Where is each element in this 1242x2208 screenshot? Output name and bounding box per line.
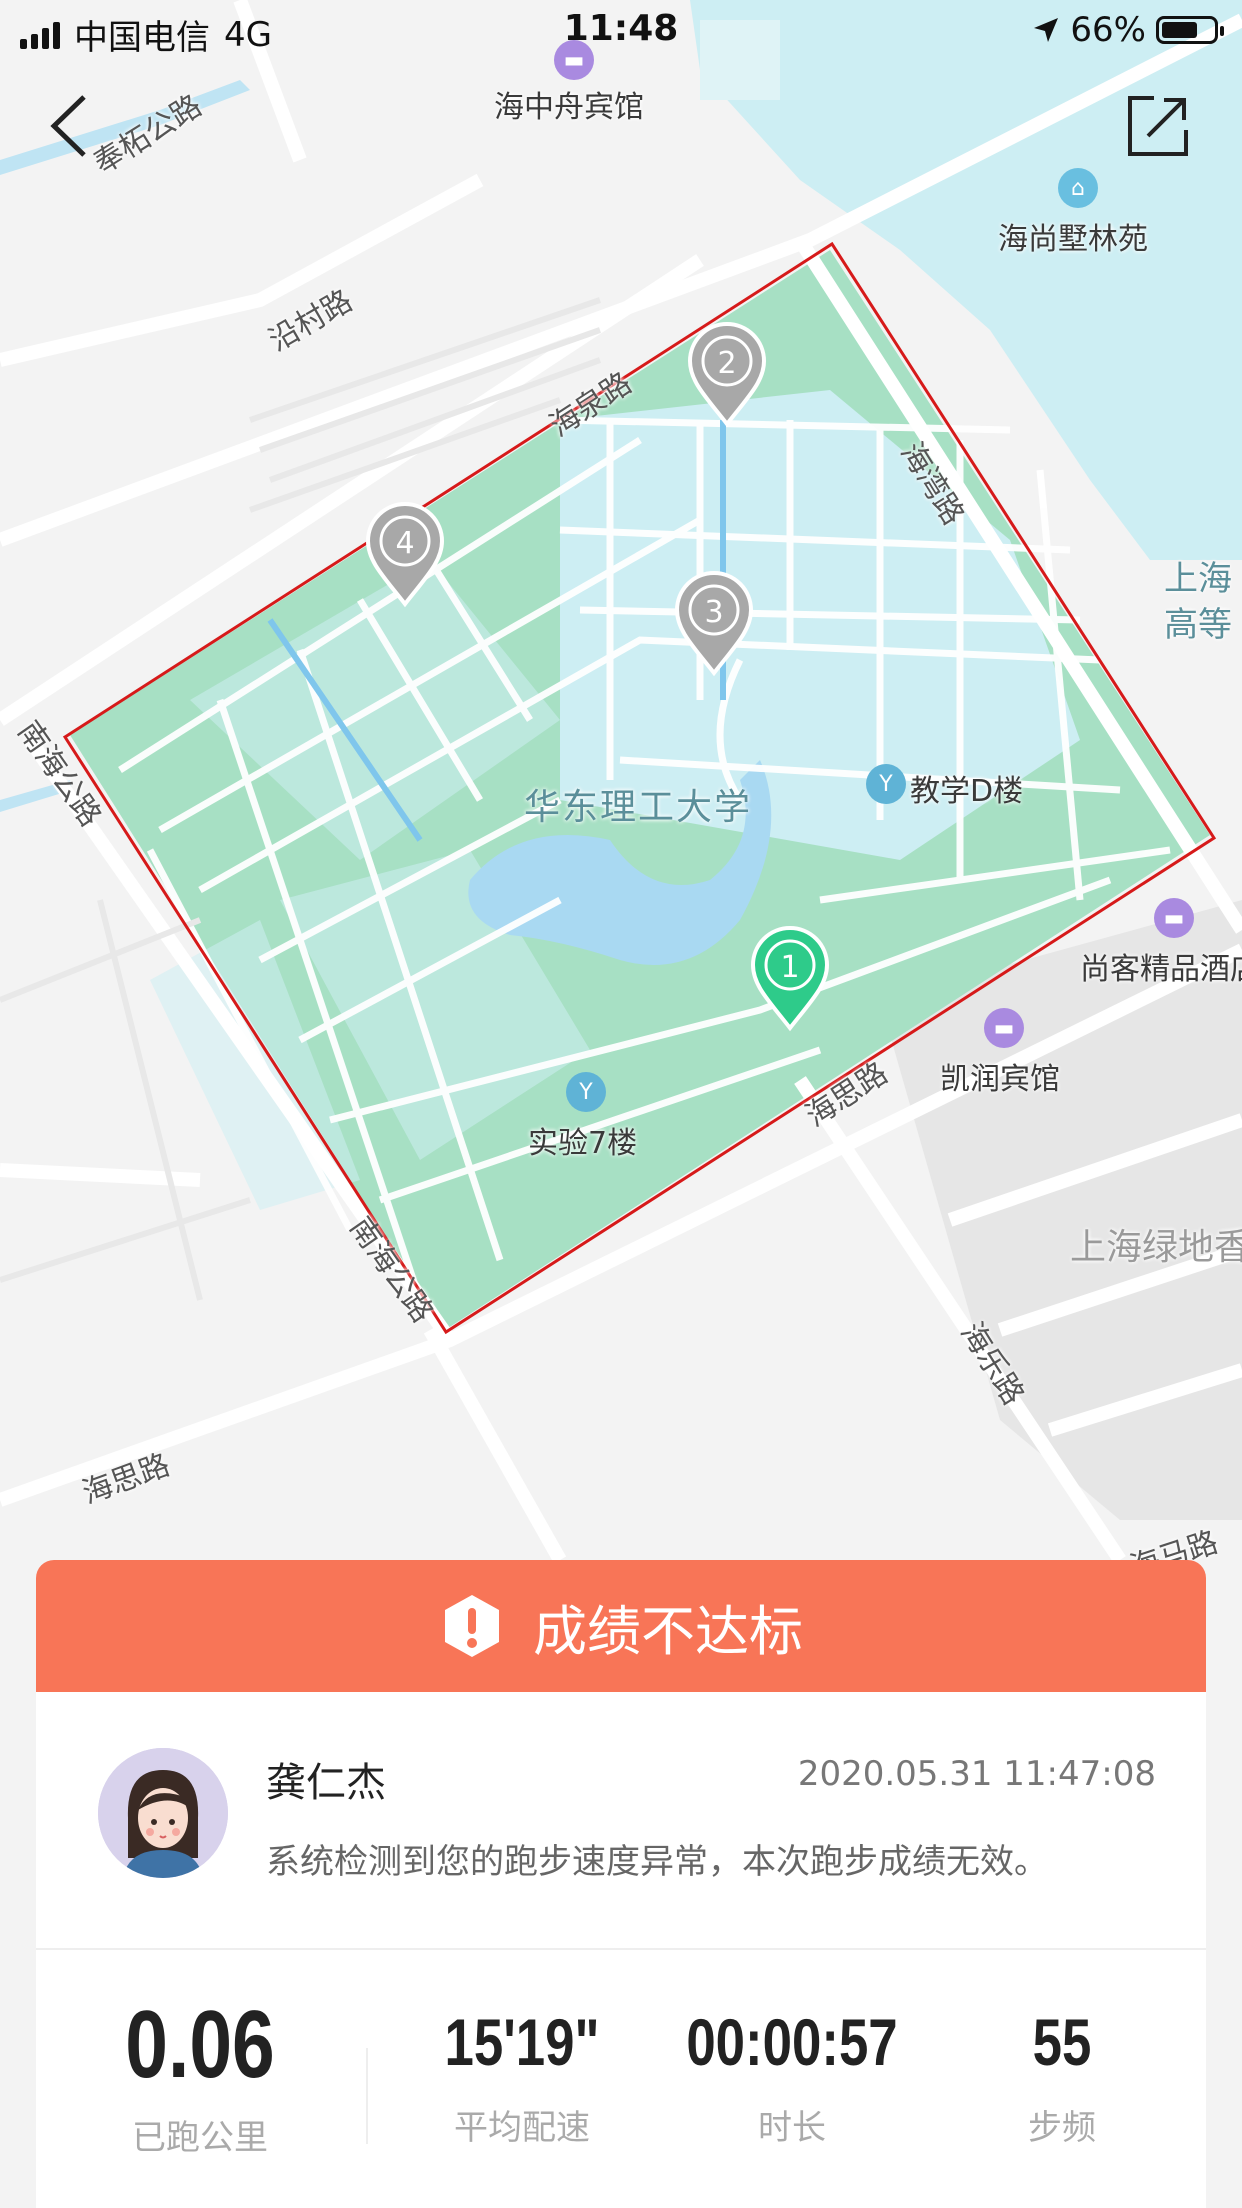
building-icon: Y: [566, 1072, 606, 1112]
stats-row: 0.06 已跑公里 15'19" 平均配速 00:00:57 时长 55 步频: [36, 1948, 1206, 2208]
label-lab7: 实验7楼: [528, 1126, 638, 1161]
stat-duration-label: 时长: [758, 2108, 826, 2148]
result-message: 系统检测到您的跑步速度异常，本次跑步成绩无效。: [266, 1842, 1048, 1882]
result-card: 成绩不达标 龚仁杰 2020.05.31 11:47:08 系统检测到您的跑步速…: [36, 1560, 1206, 2208]
stat-pace-label: 平均配速: [454, 2108, 590, 2148]
banner-text: 成绩不达标: [533, 1599, 803, 1663]
back-button[interactable]: [28, 86, 108, 166]
hotel-icon: ▬: [1154, 898, 1194, 938]
label-kairun: 凯润宾馆: [940, 1062, 1060, 1097]
run-timestamp: 2020.05.31 11:47:08: [797, 1754, 1156, 1794]
stat-duration: 00:00:57 时长: [652, 1948, 932, 2149]
user-info: 龚仁杰 2020.05.31 11:47:08 系统检测到您的跑步速度异常，本次…: [36, 1692, 1206, 1950]
stat-cadence: 55 步频: [922, 1948, 1202, 2149]
hotel-icon: ▬: [984, 1008, 1024, 1048]
stat-distance: 0.06 已跑公里: [60, 1948, 340, 2159]
stat-pace-value: 15'19": [444, 2005, 600, 2079]
label-teaching-d: 教学D楼: [910, 774, 1024, 809]
stat-cadence-value: 55: [1032, 2005, 1092, 2079]
failure-banner: 成绩不达标: [36, 1560, 1206, 1692]
stat-cadence-label: 步频: [1028, 2108, 1096, 2148]
svg-text:3: 3: [704, 595, 723, 630]
stat-distance-value: 0.06: [125, 1991, 275, 2098]
label-shangke: 尚客精品酒店: [1080, 952, 1242, 987]
alert-icon: [439, 1593, 505, 1659]
svg-text:4: 4: [395, 526, 414, 561]
stat-pace: 15'19" 平均配速: [382, 1948, 662, 2149]
building-icon: Y: [866, 764, 906, 804]
share-icon: [1128, 96, 1188, 156]
chevron-left-icon: [50, 95, 86, 157]
label-haishang: 海尚墅林苑: [998, 222, 1148, 257]
user-name: 龚仁杰: [266, 1760, 386, 1806]
stat-divider: [366, 2048, 368, 2144]
label-shanghai-lvdi: 上海绿地香: [1070, 1227, 1242, 1268]
battery-percent: 66%: [1070, 10, 1146, 50]
svg-text:1: 1: [780, 950, 799, 985]
avatar[interactable]: [98, 1748, 228, 1878]
label-shanghai-gaodeng: 上海 高等: [1164, 559, 1232, 645]
label-campus: 华东理工大学: [524, 787, 753, 828]
status-bar: 中国电信 4G 11:48 66%: [0, 0, 1242, 62]
residence-icon: ⌂: [1058, 168, 1098, 208]
battery-icon: [1156, 16, 1224, 44]
svg-text:2: 2: [717, 346, 736, 381]
stat-duration-value: 00:00:57: [686, 2005, 898, 2079]
location-arrow-icon: [1034, 18, 1059, 42]
stat-distance-label: 已跑公里: [132, 2118, 268, 2158]
share-button[interactable]: [1118, 86, 1198, 166]
label-hotel-haizhongzhou: 海中舟宾馆: [494, 90, 644, 125]
